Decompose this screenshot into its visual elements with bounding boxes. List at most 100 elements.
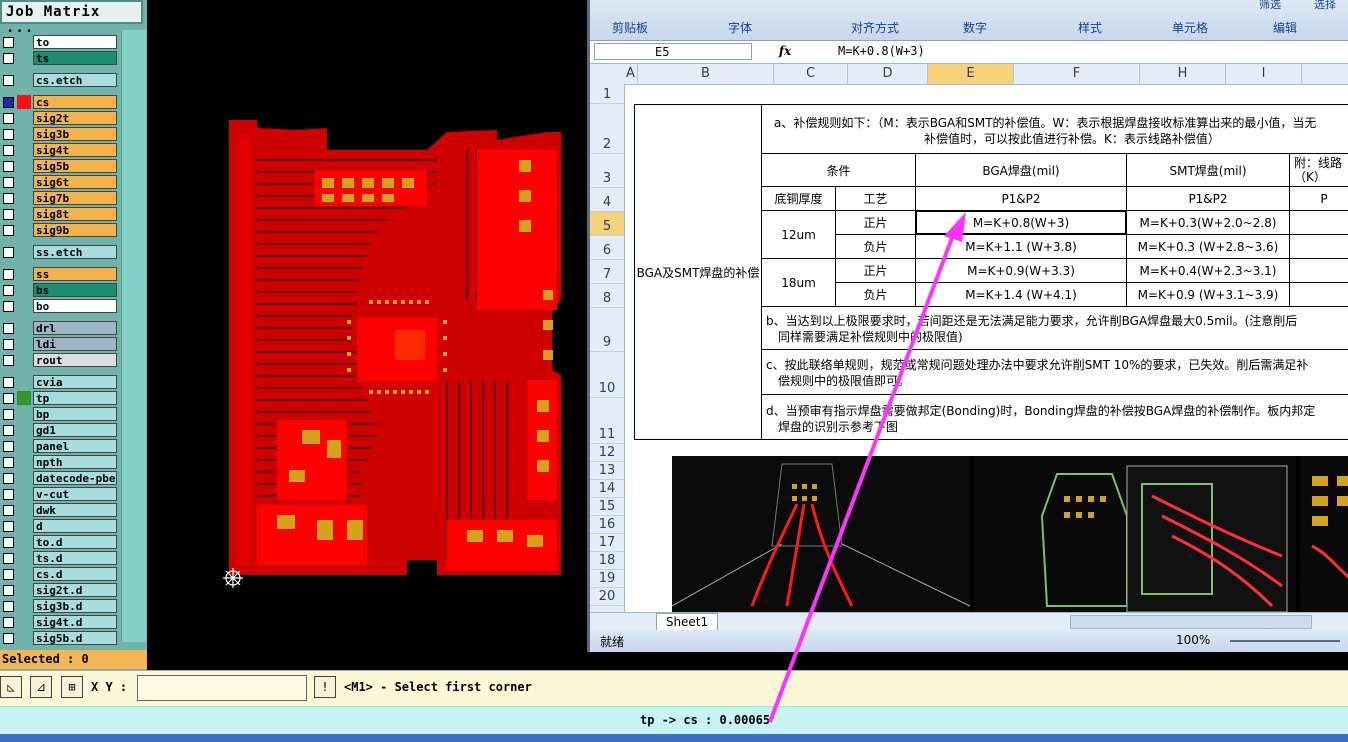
row-header-15[interactable]: 15 [590,498,624,516]
ribbon-group-font[interactable]: 字体 [710,19,770,36]
cell-pos1[interactable]: 正片 [835,210,916,235]
layer-row-bs[interactable]: bs [0,282,120,298]
layer-row-panel[interactable]: panel [0,438,120,454]
layer-name[interactable]: sig3b.d [33,599,117,613]
layer-row-ts[interactable]: ts [0,50,120,66]
layer-checkbox[interactable] [3,377,14,388]
layer-checkbox[interactable] [3,521,14,532]
cell-h7[interactable]: M=K+0.4(W+2.3~3.1) [1126,258,1290,283]
layer-row-ldi[interactable]: ldi [0,336,120,352]
cell-condition[interactable]: 条件 [761,153,916,187]
formula-input[interactable]: M=K+0.8(W+3) [838,43,925,60]
layer-checkbox[interactable] [3,537,14,548]
row-header-7[interactable]: 7 [590,260,624,284]
layer-row-rout[interactable]: rout [0,352,120,368]
layer-row-sig9b[interactable]: sig9b [0,222,120,238]
cell-bga-header[interactable]: BGA焊盘(mil) [915,153,1127,187]
row-header-16[interactable]: 16 [590,516,624,534]
horizontal-scrollbar[interactable] [1070,615,1312,629]
measure-icon[interactable]: ⊿ [30,676,52,698]
column-header-C[interactable]: C [774,64,848,84]
name-box[interactable]: E5 [594,43,752,60]
row-header-10[interactable]: 10 [590,352,624,398]
layer-row-cs.d[interactable]: cs.d [0,566,120,582]
layer-name[interactable]: sig2t.d [33,583,117,597]
layer-name[interactable]: sig8t [33,207,117,221]
layer-name[interactable]: dwk [33,503,117,517]
row-header-8[interactable]: 8 [590,284,624,308]
layer-row-cvia[interactable]: cvia [0,374,120,390]
cell-e7[interactable]: M=K+0.9(W+3.3) [915,258,1127,283]
layer-checkbox[interactable] [3,53,14,64]
cell-craft[interactable]: 工艺 [835,186,916,211]
pcb-graphic-view[interactable] [147,0,585,670]
layer-name[interactable]: rout [33,353,117,367]
cell-side-label[interactable]: BGA及SMT焊盘的补偿 [634,104,762,440]
layer-row-cs.etch[interactable]: cs.etch [0,72,120,88]
layer-checkbox[interactable] [3,301,14,312]
layer-name[interactable]: to [33,35,117,49]
column-header-D[interactable]: D [848,64,928,84]
layer-checkbox[interactable] [3,323,14,334]
xy-input[interactable] [137,675,307,701]
cell-neg2[interactable]: 负片 [835,282,916,307]
layer-checkbox[interactable] [3,473,14,484]
cell-e8[interactable]: M=K+1.4 (W+4.1) [915,282,1127,307]
grid-icon[interactable]: ⊞ [61,676,83,698]
layer-row-datecode-pbe[interactable]: datecode-pbe [0,470,120,486]
cell-h8[interactable]: M=K+0.9 (W+3.1~3.9) [1126,282,1290,307]
layer-name[interactable]: ts [33,51,117,65]
job-matrix-title[interactable]: Job Matrix ... [0,0,143,36]
layer-name[interactable]: cs.etch [33,73,117,87]
layer-name[interactable]: ts.d [33,551,117,565]
layer-name[interactable]: sig4t.d [33,615,117,629]
worksheet-grid[interactable]: a、补偿规则如下：（M：表示BGA和SMT的补偿值。W：表示根据焊盘接收标准算出… [624,84,1348,612]
layer-row-sig3b[interactable]: sig3b [0,126,120,142]
alert-icon[interactable]: ! [314,676,336,698]
row-header-4[interactable]: 4 [590,188,624,212]
layer-row-sig4t[interactable]: sig4t [0,142,120,158]
layer-checkbox[interactable] [3,161,14,172]
layer-checkbox[interactable] [3,75,14,86]
layer-checkbox[interactable] [3,225,14,236]
snap-icon[interactable]: ◺ [0,676,22,698]
layer-name[interactable]: v-cut [33,487,117,501]
cell-thickness[interactable]: 底铜厚度 [761,186,836,211]
layer-row-ss.etch[interactable]: ss.etch [0,244,120,260]
layer-name[interactable]: sig5b.d [33,631,117,645]
row-header-17[interactable]: 17 [590,534,624,552]
cell-neg1[interactable]: 负片 [835,234,916,259]
layer-name[interactable]: sig7b [33,191,117,205]
layer-checkbox[interactable] [3,393,14,404]
layer-checkbox[interactable] [3,285,14,296]
column-header-F[interactable]: F [1014,64,1140,84]
cell-e4[interactable]: P1&P2 [915,186,1127,211]
select-button[interactable]: 选择 [1305,0,1345,12]
cell-smt-header[interactable]: SMT焊盘(mil) [1126,153,1290,187]
cell-e5-selected[interactable]: M=K+0.8(W+3) [915,210,1127,235]
ribbon-group-cells[interactable]: 单元格 [1160,19,1220,36]
cell-h5[interactable]: M=K+0.3(W+2.0~2.8) [1126,210,1290,235]
cell-h6[interactable]: M=K+0.3 (W+2.8~3.6) [1126,234,1290,259]
ribbon-group-styles[interactable]: 样式 [1060,19,1120,36]
layer-row-sig2t.d[interactable]: sig2t.d [0,582,120,598]
layer-checkbox[interactable] [3,37,14,48]
cell-attach[interactable]: 附：线路 （K） [1289,153,1348,187]
layer-row-dwk[interactable]: dwk [0,502,120,518]
layer-row-tp[interactable]: tp [0,390,120,406]
ribbon-group-clipboard[interactable]: 剪贴板 [600,19,660,36]
cell-18um[interactable]: 18um [761,258,836,307]
row-header-6[interactable]: 6 [590,236,624,260]
column-header-I[interactable]: I [1226,64,1302,84]
layer-checkbox[interactable] [3,585,14,596]
ribbon-group-number[interactable]: 数字 [950,19,1000,36]
row-header-18[interactable]: 18 [590,552,624,570]
cell-pos2[interactable]: 正片 [835,258,916,283]
cell-i6[interactable] [1289,234,1348,259]
layer-row-bo[interactable]: bo [0,298,120,314]
row-header-3[interactable]: 3 [590,154,624,188]
layer-checkbox[interactable] [3,553,14,564]
layer-name[interactable]: npth [33,455,117,469]
layer-name[interactable]: bo [33,299,117,313]
layer-row-cs[interactable]: cs [0,94,120,110]
